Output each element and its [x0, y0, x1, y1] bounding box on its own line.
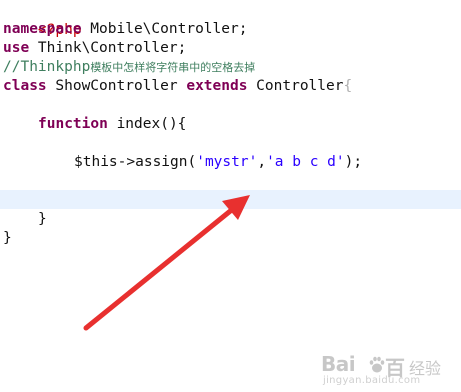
namespace-keyword: namespace — [3, 21, 82, 37]
code-line-2: namespace Mobile\Controller; — [3, 20, 247, 39]
code-line-5: class ShowController extends Controller{ — [3, 77, 352, 96]
assign-close: ); — [344, 154, 363, 170]
function-close-brace: } — [38, 211, 47, 227]
class-name: ShowController — [46, 78, 187, 94]
use-name: Think\Controller; — [29, 40, 187, 56]
assign-call: $this->assign( — [74, 154, 197, 170]
current-line-highlight — [0, 190, 461, 209]
baidu-watermark: Bai 百 经验 jingyan.baidu.com — [321, 352, 453, 388]
assign-comma: , — [257, 154, 267, 170]
class-open-brace: { — [343, 78, 353, 94]
code-line-9: $this->assign('mystr','a b c d'); — [74, 153, 362, 172]
extends-keyword: extends — [186, 78, 248, 94]
code-line-4: //Thinkphp模板中怎样将字符串中的空格去掉 — [3, 58, 255, 77]
comment-prefix: //Thinkphp — [3, 59, 91, 75]
code-line-7: function index(){ — [38, 115, 186, 134]
code-line-1: <?php — [3, 2, 82, 38]
code-line-12: } — [3, 229, 12, 248]
class-keyword: class — [3, 78, 47, 94]
paw-icon — [369, 356, 385, 373]
function-signature: index(){ — [107, 116, 187, 132]
watermark-logo-text: Bai — [321, 352, 356, 376]
code-line-11: } — [38, 210, 47, 229]
code-line-3: use Think\Controller; — [3, 39, 186, 58]
assign-key-string: 'mystr' — [196, 154, 258, 170]
code-editor[interactable]: <?php namespace Mobile\Controller; use T… — [0, 0, 461, 392]
class-close-brace: } — [3, 230, 12, 246]
use-keyword: use — [3, 40, 30, 56]
watermark-url: jingyan.baidu.com — [323, 375, 421, 386]
function-keyword: function — [38, 116, 108, 132]
parent-class-name: Controller — [247, 78, 344, 94]
assign-value-string: 'a b c d' — [266, 154, 345, 170]
comment-text: 模板中怎样将字符串中的空格去掉 — [90, 61, 256, 74]
namespace-name: Mobile\Controller; — [81, 21, 248, 37]
